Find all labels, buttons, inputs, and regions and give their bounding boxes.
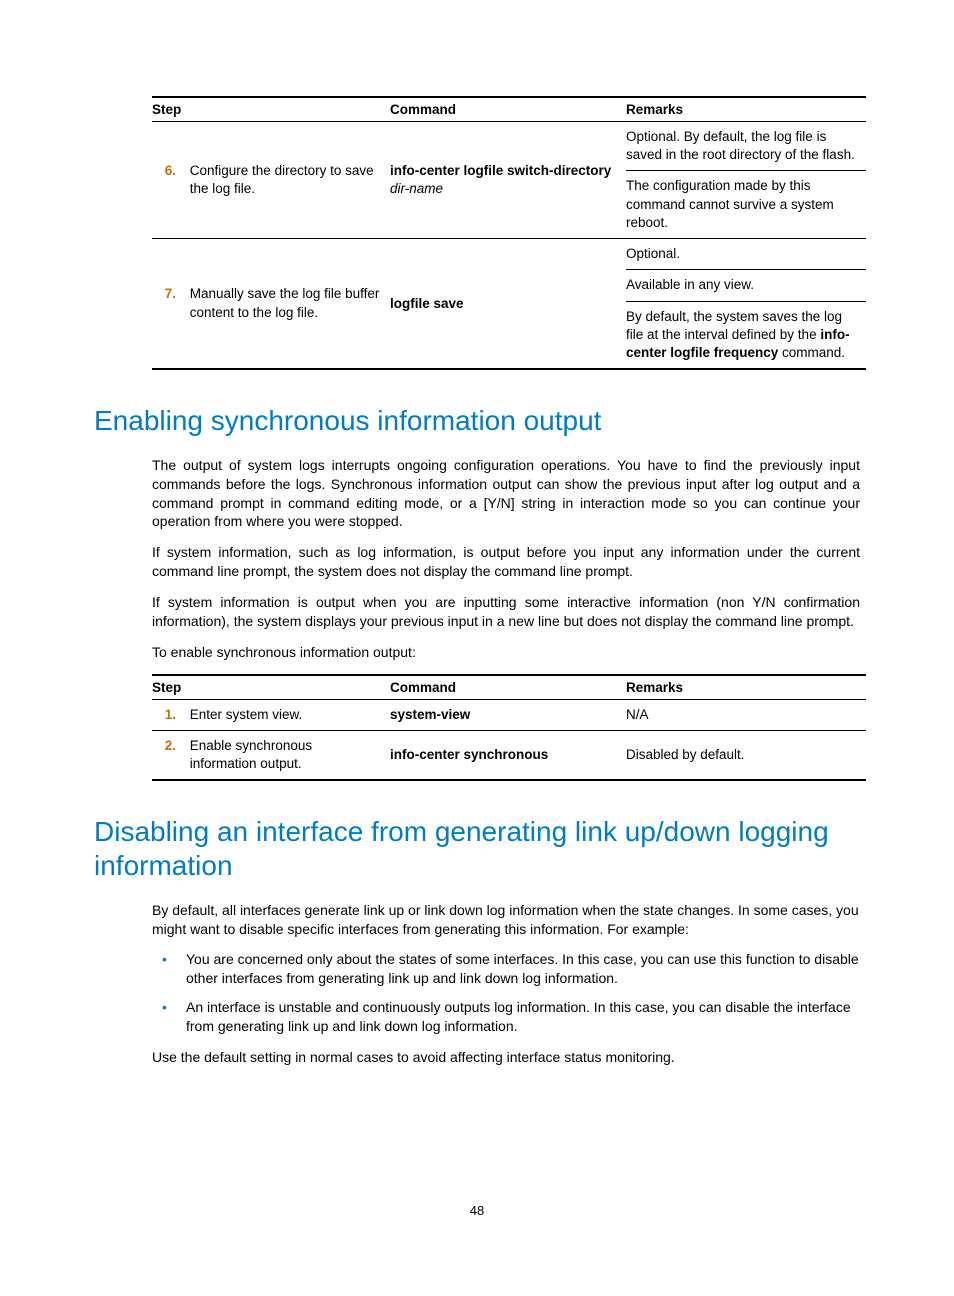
step-number: 1.: [152, 706, 176, 724]
th-command: Command: [390, 97, 626, 122]
command-bold: info-center synchronous: [390, 747, 548, 762]
step-text: Manually save the log file buffer conten…: [190, 285, 380, 321]
heading-disable-linkupdown: Disabling an interface from generating l…: [94, 815, 860, 882]
step-cell: 6. Configure the directory to save the l…: [152, 122, 390, 239]
paragraph: Use the default setting in normal cases …: [152, 1048, 860, 1067]
step-number: 2.: [152, 737, 176, 755]
bullet-list: You are concerned only about the states …: [152, 950, 860, 1036]
paragraph: The output of system logs interrupts ong…: [152, 456, 860, 532]
procedure-table-2: Step Command Remarks 1. Enter system vie…: [152, 674, 866, 782]
remarks-cell: Disabled by default.: [626, 731, 866, 781]
command-cell: logfile save: [390, 239, 626, 370]
heading-sync-output: Enabling synchronous information output: [94, 404, 860, 438]
command-cell: info-center logfile switch-directory dir…: [390, 122, 626, 239]
remarks-cell: Available in any view.: [626, 270, 866, 301]
remarks-cell: Optional. By default, the log file is sa…: [626, 122, 866, 171]
command-cell: info-center synchronous: [390, 731, 626, 781]
step-number: 7.: [152, 285, 176, 303]
command-bold: info-center logfile switch-directory: [390, 163, 611, 178]
th-remarks: Remarks: [626, 675, 866, 700]
step-text: Enable synchronous information output.: [190, 737, 380, 773]
step-cell: 2. Enable synchronous information output…: [152, 731, 390, 781]
remarks-text: command.: [778, 345, 845, 360]
th-remarks: Remarks: [626, 97, 866, 122]
procedure-table-1: Step Command Remarks 6. Configure the di…: [152, 96, 866, 370]
remarks-cell: Optional.: [626, 239, 866, 270]
command-bold: logfile save: [390, 296, 464, 311]
th-command: Command: [390, 675, 626, 700]
step-cell: 1. Enter system view.: [152, 699, 390, 730]
step-text: Enter system view.: [190, 706, 380, 724]
step-cell: 7. Manually save the log file buffer con…: [152, 239, 390, 370]
command-bold: system-view: [390, 707, 470, 722]
th-step: Step: [152, 97, 390, 122]
step-text: Configure the directory to save the log …: [190, 162, 380, 198]
paragraph: If system information is output when you…: [152, 593, 860, 631]
command-cell: system-view: [390, 699, 626, 730]
page-number: 48: [0, 1203, 954, 1218]
paragraph: If system information, such as log infor…: [152, 543, 860, 581]
remarks-text: By default, the system saves the log fil…: [626, 309, 842, 342]
remarks-cell: N/A: [626, 699, 866, 730]
step-number: 6.: [152, 162, 176, 180]
remarks-cell: By default, the system saves the log fil…: [626, 301, 866, 369]
list-item: An interface is unstable and continuousl…: [152, 998, 860, 1036]
th-step: Step: [152, 675, 390, 700]
command-arg: dir-name: [390, 181, 443, 196]
paragraph: By default, all interfaces generate link…: [152, 901, 860, 939]
remarks-cell: The configuration made by this command c…: [626, 171, 866, 239]
paragraph: To enable synchronous information output…: [152, 643, 860, 662]
list-item: You are concerned only about the states …: [152, 950, 860, 988]
